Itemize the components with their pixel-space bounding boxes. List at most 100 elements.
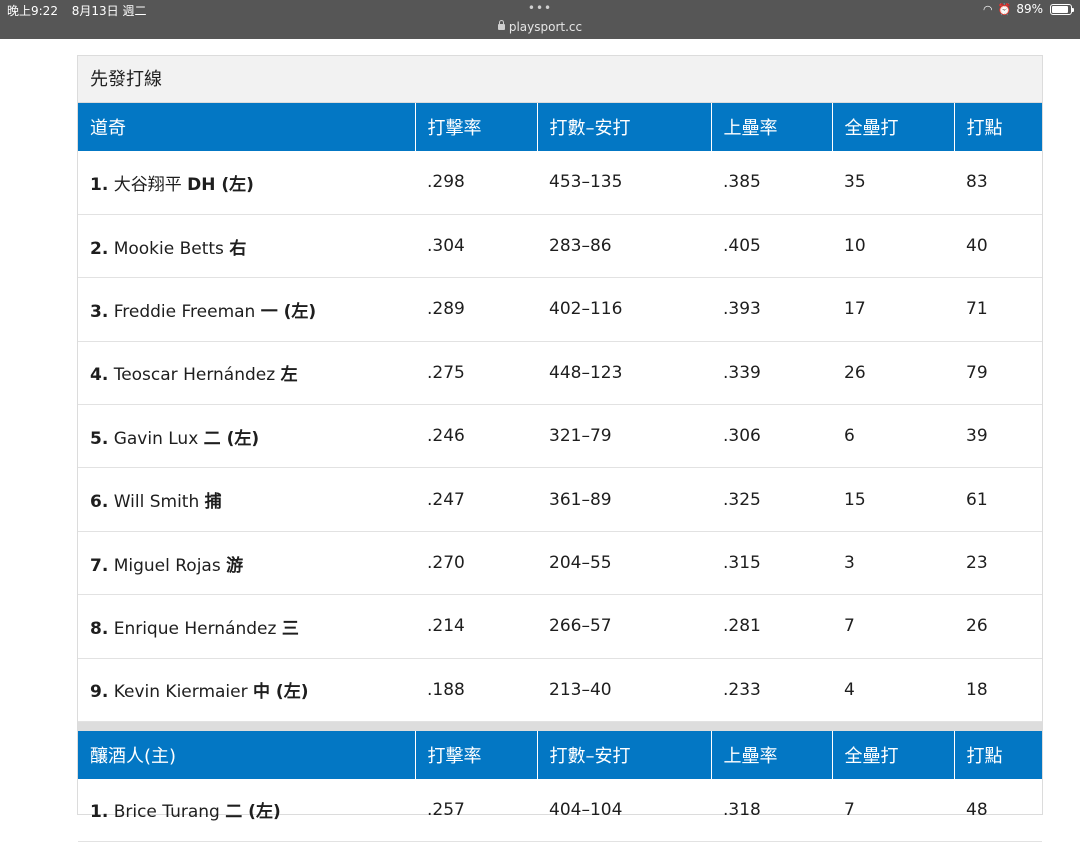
at-bats-hits: 404–104	[537, 778, 711, 842]
status-bar: 晚上9:22 8月13日 週二 ••• playsport.cc ◠ ⏰ 89%	[0, 0, 1080, 39]
player-row: 7. Miguel Rojas 游 .270 204–55.315 3 23	[78, 531, 1042, 596]
team-separator	[78, 721, 1042, 731]
batting-average: .270	[415, 531, 537, 596]
address-bar[interactable]: playsport.cc	[0, 20, 1080, 34]
batting-average: .304	[415, 214, 537, 279]
column-header[interactable]: 上壘率	[711, 103, 833, 151]
player-row: 5. Gavin Lux 二 (左) .246 321–79.306 6 39	[78, 404, 1042, 469]
player-cell: 7. Miguel Rojas 游	[78, 531, 415, 596]
rbi: 18	[954, 658, 1042, 723]
on-base-pct: .405	[711, 214, 832, 279]
lineup-body: 道奇 打擊率 打數–安打 上壘率 全壘打 打點 1. 大谷翔平 DH (左) .298 453–…	[78, 103, 1042, 842]
rbi: 61	[954, 467, 1042, 532]
player-row: 1. 大谷翔平 DH (左) .298 453–135.385 35 83	[78, 151, 1042, 215]
home-runs: 6	[832, 404, 954, 469]
column-header[interactable]: 打數–安打	[537, 103, 712, 151]
batting-order: 1.	[90, 174, 109, 195]
on-base-pct: .233	[711, 658, 832, 723]
player-name[interactable]: Will Smith	[114, 492, 200, 512]
home-runs: 15	[832, 467, 954, 532]
column-header[interactable]: 打擊率	[415, 103, 538, 151]
rbi: 48	[954, 778, 1042, 842]
batting-order: 7.	[90, 555, 109, 576]
batting-order: 6.	[90, 492, 109, 513]
player-position: 捕	[204, 492, 222, 513]
batting-average: .188	[415, 658, 537, 723]
player-name[interactable]: Kevin Kiermaier	[114, 682, 248, 702]
player-row: 4. Teoscar Hernández 左 .275 448–123.339 26 7…	[78, 341, 1042, 406]
at-bats-hits: 361–89	[537, 467, 711, 532]
player-row: 8. Enrique Hernández 三 .214 266–57.281 7 26	[78, 594, 1042, 659]
player-row: 9. Kevin Kiermaier 中 (左) .188 213–40.233 4 1…	[78, 658, 1042, 723]
on-base-pct: .385	[711, 151, 832, 215]
separator-cell	[78, 721, 1042, 731]
player-name[interactable]: Freddie Freeman	[114, 302, 256, 322]
player-cell: 9. Kevin Kiermaier 中 (左)	[78, 658, 415, 723]
rbi: 40	[954, 214, 1042, 279]
batting-average: .298	[415, 151, 537, 215]
player-position: 三	[281, 618, 299, 639]
batting-average: .257	[415, 778, 537, 842]
batting-order: 8.	[90, 618, 109, 639]
column-header[interactable]: 打點	[954, 730, 1042, 779]
player-cell: 5. Gavin Lux 二 (左)	[78, 404, 415, 469]
player-cell: 8. Enrique Hernández 三	[78, 594, 415, 659]
on-base-pct: .339	[711, 341, 832, 406]
on-base-pct: .306	[711, 404, 832, 469]
column-header[interactable]: 全壘打	[832, 730, 955, 779]
player-row: 2. Mookie Betts 右 .304 283–86.405 10 40	[78, 214, 1042, 279]
battery-icon	[1050, 3, 1074, 15]
on-base-pct: .393	[711, 277, 832, 342]
home-runs: 3	[832, 531, 954, 596]
rbi: 79	[954, 341, 1042, 406]
player-cell: 1. Brice Turang 二 (左)	[78, 778, 415, 842]
player-name[interactable]: Teoscar Hernández	[114, 365, 275, 385]
player-cell: 4. Teoscar Hernández 左	[78, 341, 415, 406]
player-name[interactable]: Miguel Rojas	[114, 556, 221, 576]
player-name[interactable]: Enrique Hernández	[114, 619, 277, 639]
column-header[interactable]: 全壘打	[832, 103, 955, 151]
player-position: 游	[226, 555, 244, 576]
player-name[interactable]: Mookie Betts	[114, 239, 224, 259]
player-position: 二 (左)	[225, 802, 281, 823]
team-name: 道奇	[78, 103, 416, 151]
player-row: 3. Freddie Freeman 一 (左) .289 402–116.393 1…	[78, 277, 1042, 342]
player-row: 1. Brice Turang 二 (左) .257 404–104.318 7 48	[78, 778, 1042, 842]
rbi: 26	[954, 594, 1042, 659]
tab-dots[interactable]: •••	[0, 1, 1080, 15]
section-title: 先發打線	[78, 56, 1042, 103]
batting-order: 9.	[90, 682, 109, 703]
player-position: DH (左)	[187, 174, 254, 195]
player-cell: 2. Mookie Betts 右	[78, 214, 415, 279]
column-header[interactable]: 打點	[954, 103, 1042, 151]
column-header[interactable]: 打擊率	[415, 730, 538, 779]
at-bats-hits: 453–135	[537, 151, 711, 215]
batting-order: 4.	[90, 365, 109, 386]
batting-average: .247	[415, 467, 537, 532]
player-name[interactable]: Brice Turang	[114, 802, 220, 822]
at-bats-hits: 204–55	[537, 531, 711, 596]
home-runs: 7	[832, 594, 954, 659]
on-base-pct: .318	[711, 778, 832, 842]
battery-level	[1052, 5, 1069, 13]
player-name[interactable]: 大谷翔平	[114, 175, 182, 195]
at-bats-hits: 321–79	[537, 404, 711, 469]
batting-order: 3.	[90, 301, 109, 322]
home-runs: 35	[832, 151, 954, 215]
player-position: 二 (左)	[203, 428, 260, 449]
player-name[interactable]: Gavin Lux	[114, 429, 199, 449]
at-bats-hits: 266–57	[537, 594, 711, 659]
home-runs: 17	[832, 277, 954, 342]
battery-percent: 89%	[1016, 2, 1043, 16]
player-row: 6. Will Smith 捕 .247 361–89.325 15 61	[78, 467, 1042, 532]
home-runs: 7	[832, 778, 954, 842]
wifi-icon: ◠	[983, 2, 993, 16]
player-position: 右	[229, 238, 247, 259]
lineup-panel: 先發打線 道奇 打擊率 打數–安打 上壘率 全壘打 打點 1. 大谷翔平 DH (左) .29…	[77, 55, 1043, 842]
batting-order: 5.	[90, 428, 109, 449]
at-bats-hits: 283–86	[537, 214, 711, 279]
player-cell: 3. Freddie Freeman 一 (左)	[78, 277, 415, 342]
player-cell: 1. 大谷翔平 DH (左)	[78, 151, 415, 215]
column-header[interactable]: 打數–安打	[537, 730, 712, 779]
column-header[interactable]: 上壘率	[711, 730, 833, 779]
